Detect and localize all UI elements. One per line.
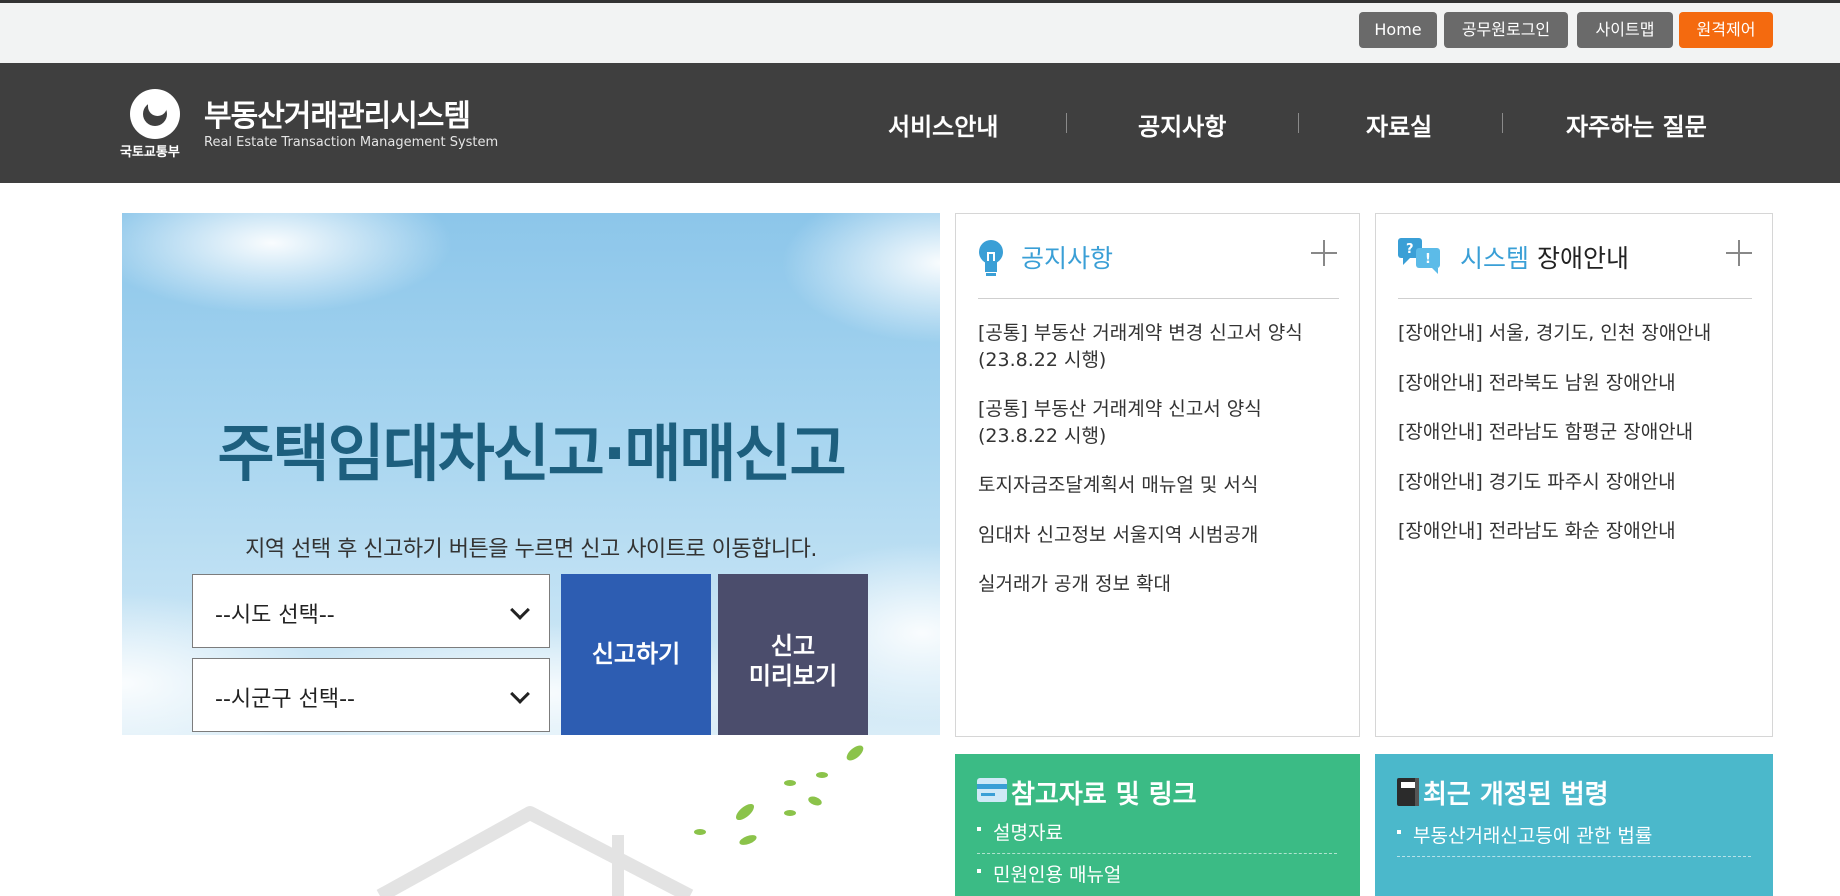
bullet	[1397, 830, 1401, 834]
notice-item-line: [공통] 부동산 거래계약 신고서 양식	[978, 398, 1262, 420]
report-preview-button[interactable]: 신고 미리보기	[718, 574, 868, 735]
hero-title: 주택임대차신고·매매신고	[217, 417, 847, 490]
dotted-divider	[1397, 856, 1751, 857]
notice-item[interactable]: [공통] 부동산 거래계약 신고서 양식 (23.8.22 시행)	[978, 396, 1262, 450]
sigungu-select-value: --시군구 선택--	[215, 687, 355, 712]
house-leaves-illustration	[376, 745, 864, 896]
outage-more-plus-icon[interactable]	[1726, 240, 1752, 266]
nav-divider	[1502, 113, 1503, 133]
nav-archive[interactable]: 자료실	[1366, 107, 1432, 142]
outage-item[interactable]: [장애안내] 전라남도 화순 장애안내	[1398, 518, 1676, 545]
svg-text:!: !	[1425, 252, 1431, 267]
notice-panel: 공지사항 [공통] 부동산 거래계약 변경 신고서 양식 (23.8.22 시행…	[955, 213, 1360, 737]
sido-select-value: --시도 선택--	[215, 603, 335, 628]
nav-notice[interactable]: 공지사항	[1138, 107, 1226, 142]
site-subtitle: Real Estate Transaction Management Syste…	[204, 135, 499, 150]
bullet	[977, 827, 981, 831]
notice-item[interactable]: 실거래가 공개 정보 확대	[978, 571, 1171, 598]
nav-service-guide[interactable]: 서비스안내	[888, 107, 998, 142]
notice-item-line: (23.8.22 시행)	[978, 425, 1107, 447]
remote-control-button[interactable]: 원격제어	[1679, 12, 1773, 48]
reference-link[interactable]: 설명자료	[993, 818, 1063, 845]
outage-panel: ? ! 시스템 장애안내 [장애안내] 서울, 경기도, 인천 장애안내 [장애…	[1375, 213, 1773, 737]
outage-title[interactable]: 시스템 장애안내	[1460, 239, 1629, 275]
hero-description: 지역 선택 후 신고하기 버튼을 누르면 신고 사이트로 이동합니다.	[245, 537, 817, 562]
outage-title-rest: 장애안내	[1536, 244, 1629, 273]
svg-text:?: ?	[1406, 242, 1414, 257]
notice-item-line: [공통] 부동산 거래계약 변경 신고서 양식	[978, 322, 1303, 344]
sigungu-select[interactable]: --시군구 선택--	[192, 658, 550, 732]
book-icon	[1397, 778, 1419, 806]
divider	[978, 298, 1339, 299]
recent-laws-box: 최근 개정된 법령 부동산거래신고등에 관한 법률	[1375, 754, 1773, 896]
outage-item[interactable]: [장애안내] 경기도 파주시 장애안내	[1398, 469, 1676, 496]
lightbulb-icon	[979, 240, 1003, 276]
reference-link[interactable]: 민원인용 매뉴얼	[993, 860, 1121, 887]
nav-divider	[1066, 113, 1067, 133]
preview-label-line2: 미리보기	[748, 662, 838, 690]
outage-item[interactable]: [장애안내] 전라남도 함평군 장애안내	[1398, 419, 1693, 446]
notice-item[interactable]: 임대차 신고정보 서울지역 시범공개	[978, 522, 1258, 549]
report-button[interactable]: 신고하기	[561, 574, 711, 735]
recent-laws-title: 최근 개정된 법령	[1423, 780, 1609, 810]
outage-item[interactable]: [장애안내] 전라북도 남원 장애안내	[1398, 370, 1676, 397]
notice-more-plus-icon[interactable]	[1311, 240, 1337, 266]
chevron-down-icon	[510, 600, 530, 620]
notice-item[interactable]: 토지자금조달계획서 매뉴얼 및 서식	[978, 472, 1258, 499]
utility-bar: Home 공무원로그인 사이트맵 원격제어	[0, 3, 1840, 63]
header: 국토교통부 부동산거래관리시스템 Real Estate Transaction…	[0, 63, 1840, 183]
card-icon	[977, 778, 1007, 802]
sido-select[interactable]: --시도 선택--	[192, 574, 550, 648]
home-button[interactable]: Home	[1359, 12, 1437, 48]
hero-banner: 주택임대차신고·매매신고 지역 선택 후 신고하기 버튼을 누르면 신고 사이트…	[122, 213, 940, 735]
nav-faq[interactable]: 자주하는 질문	[1566, 107, 1707, 142]
ministry-name: 국토교통부	[120, 145, 180, 160]
outage-item[interactable]: [장애안내] 서울, 경기도, 인천 장애안내	[1398, 320, 1711, 347]
references-box: 참고자료 및 링크 설명자료 민원인용 매뉴얼	[955, 754, 1360, 896]
sitemap-button[interactable]: 사이트맵	[1577, 12, 1673, 48]
notice-item-line: (23.8.22 시행)	[978, 349, 1107, 371]
notice-item[interactable]: [공통] 부동산 거래계약 변경 신고서 양식 (23.8.22 시행)	[978, 320, 1303, 374]
site-title: 부동산거래관리시스템	[204, 99, 471, 134]
references-title: 참고자료 및 링크	[1011, 780, 1197, 810]
divider	[1398, 298, 1752, 299]
bullet	[977, 869, 981, 873]
outage-title-accent: 시스템	[1460, 244, 1530, 273]
law-link[interactable]: 부동산거래신고등에 관한 법률	[1413, 821, 1652, 848]
chevron-down-icon	[510, 684, 530, 704]
official-login-button[interactable]: 공무원로그인	[1444, 12, 1568, 48]
ministry-emblem-icon	[130, 89, 180, 139]
nav-divider	[1298, 113, 1299, 133]
question-chat-icon: ? !	[1398, 238, 1440, 274]
dotted-divider	[977, 853, 1337, 854]
notice-title[interactable]: 공지사항	[1021, 239, 1113, 275]
